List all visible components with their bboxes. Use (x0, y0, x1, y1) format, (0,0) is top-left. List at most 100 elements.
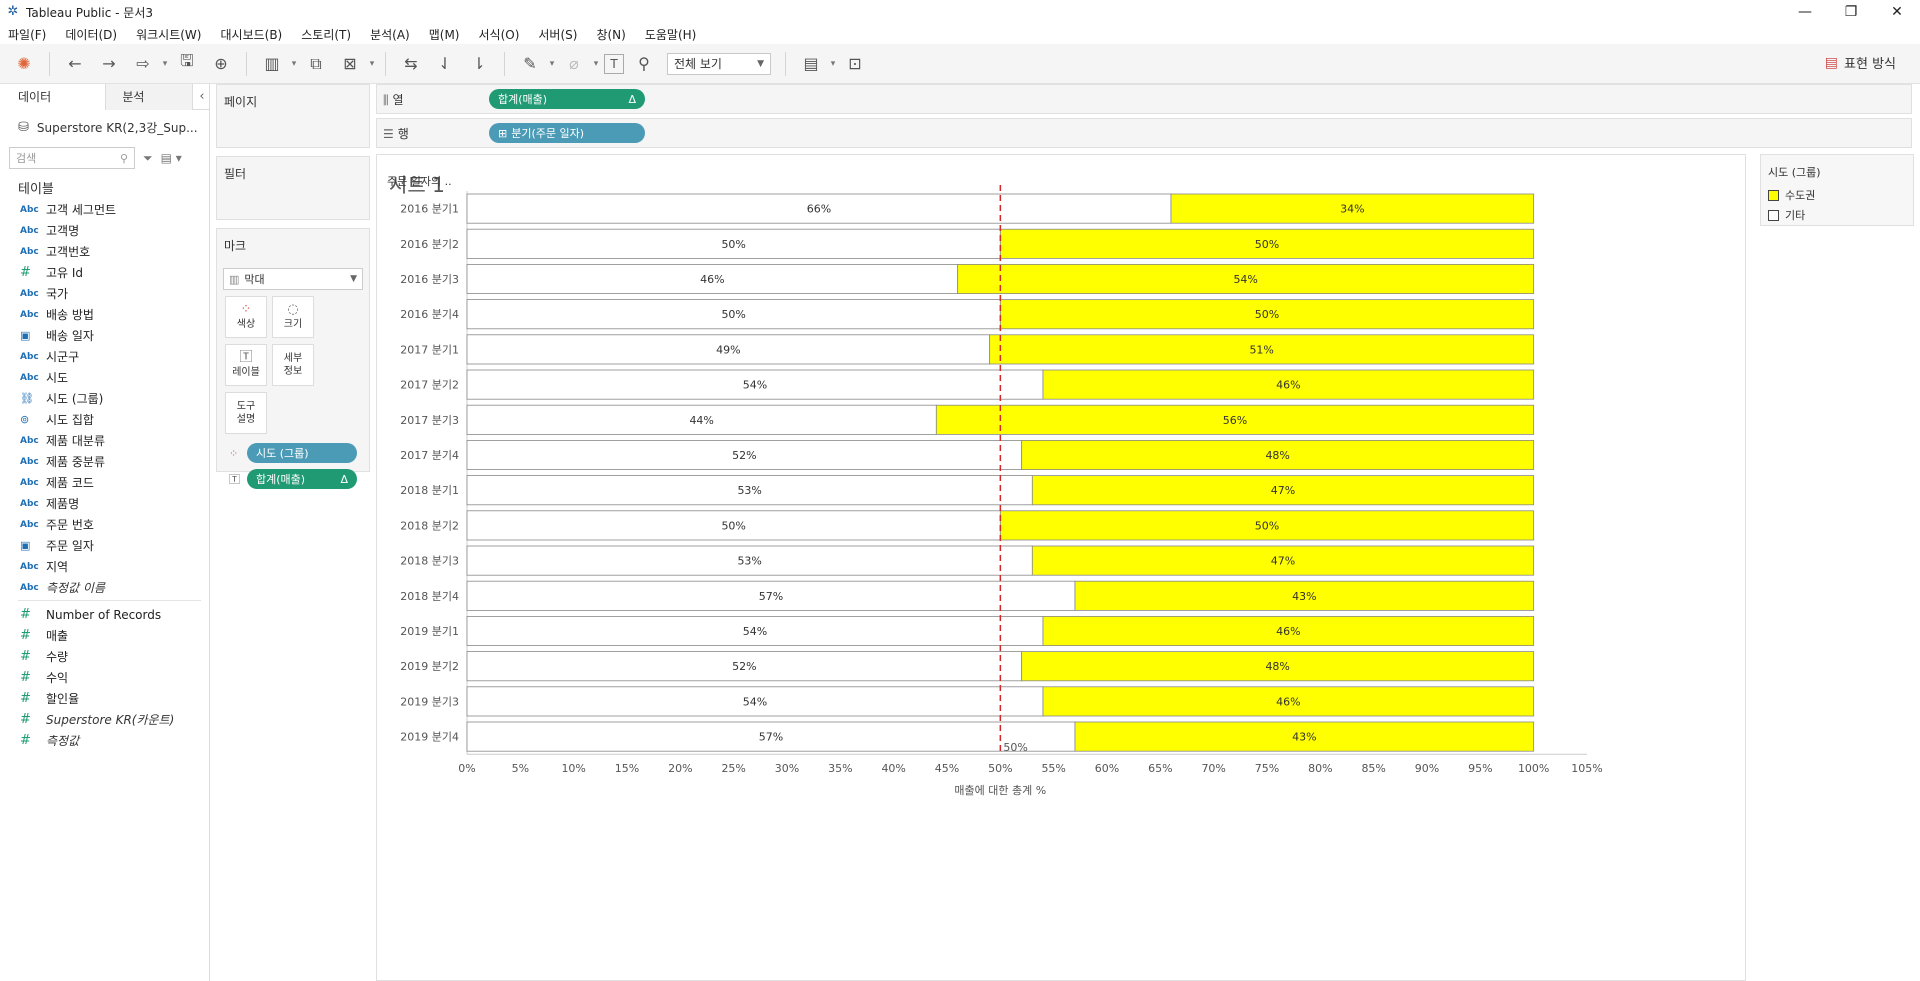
clear-sheet-icon[interactable]: ⊠ (336, 50, 364, 78)
dimension-field[interactable]: Abc 시군구 (0, 346, 209, 367)
show-me-button[interactable]: ▤ 표현 방식 (1825, 53, 1896, 73)
replay-icon[interactable]: ⇨ (129, 50, 157, 78)
show-cards-dropdown-icon[interactable]: ▾ (828, 50, 838, 78)
view-options-icon[interactable]: ▤ ▾ (161, 151, 182, 165)
dimension-field[interactable]: Abc 제품명 (0, 493, 209, 514)
color-pill[interactable]: 시도 (그룹) (247, 443, 357, 463)
dimension-field[interactable]: ⛓ 시도 (그룹) (0, 388, 209, 409)
measure-field[interactable]: # Number of Records (0, 604, 209, 625)
bar-value-label: 54% (743, 379, 767, 392)
rows-shelf[interactable]: ☰ 행 ⊞ 분기(주문 일자) (376, 118, 1912, 148)
color-button[interactable]: ⁘ 색상 (225, 296, 267, 338)
presentation-mode-icon[interactable]: ⊡ (841, 50, 869, 78)
dimension-field[interactable]: # 고유 Id (0, 262, 209, 283)
new-worksheet-dropdown-icon[interactable]: ▾ (289, 50, 299, 78)
sort-ascending-icon[interactable]: ⇃ (431, 50, 459, 78)
new-datasource-icon[interactable]: ⊕ (207, 50, 235, 78)
swap-rows-columns-icon[interactable]: ⇆ (397, 50, 425, 78)
size-button[interactable]: ◌ 크기 (272, 296, 314, 338)
group-members-icon[interactable]: ⌀ (560, 50, 588, 78)
dimension-field[interactable]: ▣ 배송 일자 (0, 325, 209, 346)
menu-data[interactable]: 데이터(D) (65, 26, 117, 43)
menu-server[interactable]: 서버(S) (538, 26, 577, 43)
highlight-dropdown-icon[interactable]: ▾ (547, 50, 557, 78)
dimension-field[interactable]: Abc 고객 세그먼트 (0, 199, 209, 220)
restore-button[interactable]: ❐ (1828, 0, 1874, 24)
x-tick-label: 45% (935, 762, 959, 775)
dimension-field[interactable]: Abc 제품 코드 (0, 472, 209, 493)
redo-icon[interactable]: → (95, 50, 123, 78)
dimension-field[interactable]: Abc 시도 (0, 367, 209, 388)
group-dropdown-icon[interactable]: ▾ (591, 50, 601, 78)
dimension-field[interactable]: Abc 주문 번호 (0, 514, 209, 535)
menu-story[interactable]: 스토리(T) (301, 26, 351, 43)
fix-axes-icon[interactable]: ⚲ (630, 50, 658, 78)
filters-card[interactable]: 필터 (216, 156, 370, 220)
number-type-icon: # (20, 670, 31, 685)
menu-worksheet[interactable]: 워크시트(W) (136, 26, 201, 43)
tooltip-button[interactable]: 도구 설명 (225, 392, 267, 434)
dimension-field[interactable]: Abc 고객명 (0, 220, 209, 241)
tab-data[interactable]: 데이터 (0, 84, 107, 110)
dimension-field[interactable]: Abc 국가 (0, 283, 209, 304)
category-label: 2017 분기4 (400, 449, 459, 462)
search-input[interactable]: 검색 ⚲ (9, 147, 135, 169)
menu-dashboard[interactable]: 대시보드(B) (220, 26, 282, 43)
collapse-pane-icon[interactable]: ‹ (199, 84, 209, 109)
pages-card[interactable]: 페이지 (216, 84, 370, 148)
measure-field[interactable]: # 할인율 (0, 688, 209, 709)
show-cards-icon[interactable]: ▤ (797, 50, 825, 78)
close-button[interactable]: ✕ (1874, 0, 1920, 24)
measure-field[interactable]: # 매출 (0, 625, 209, 646)
menu-analysis[interactable]: 분석(A) (370, 26, 410, 43)
dimension-field[interactable]: Abc 배송 방법 (0, 304, 209, 325)
show-mark-labels-icon[interactable]: T (604, 53, 624, 74)
expand-icon: ⊞ (498, 126, 508, 140)
highlight-icon[interactable]: ✎ (516, 50, 544, 78)
reference-line-label: 50% (1003, 741, 1027, 754)
columns-pill[interactable]: 합계(매출) Δ (489, 89, 645, 109)
undo-icon[interactable]: ← (61, 50, 89, 78)
dimension-field[interactable]: Abc 제품 중분류 (0, 451, 209, 472)
duplicate-sheet-icon[interactable]: ⧉ (302, 50, 330, 78)
tab-analysis[interactable]: 분석 (106, 84, 194, 110)
field-label: 고객번호 (46, 245, 91, 259)
menu-file[interactable]: 파일(F) (8, 26, 46, 43)
label-pill[interactable]: 합계(매출) Δ (247, 469, 357, 489)
dimension-field[interactable]: Abc 제품 대분류 (0, 430, 209, 451)
measure-field[interactable]: # 수량 (0, 646, 209, 667)
view-mode-select[interactable]: 전체 보기 ▼ (667, 52, 771, 75)
label-button[interactable]: 🅃 레이블 (225, 344, 267, 386)
clear-sheet-dropdown-icon[interactable]: ▾ (367, 50, 377, 78)
tableau-start-icon[interactable]: ✺ (10, 50, 38, 78)
menu-help[interactable]: 도움말(H) (645, 26, 697, 43)
filter-icon[interactable]: ⏷ (143, 151, 153, 166)
legend-item-other[interactable]: 기타 (1761, 205, 1913, 225)
measure-field[interactable]: # 측정값 (0, 730, 209, 751)
measure-field[interactable]: # Superstore KR(카운트) (0, 709, 209, 730)
dimension-field[interactable]: Abc 고객번호 (0, 241, 209, 262)
minimize-button[interactable]: — (1782, 0, 1828, 24)
replay-dropdown-icon[interactable]: ▾ (160, 50, 170, 78)
measure-field[interactable]: # 수익 (0, 667, 209, 688)
dimension-field[interactable]: Abc 측정값 이름 (0, 577, 209, 598)
dimension-field[interactable]: ⊚ 시도 집합 (0, 409, 209, 430)
menu-format[interactable]: 서식(O) (479, 26, 520, 43)
string-type-icon: Abc (20, 582, 39, 593)
columns-shelf[interactable]: ⫼ 열 합계(매출) Δ (376, 84, 1912, 114)
menu-map[interactable]: 맵(M) (429, 26, 460, 43)
save-icon[interactable]: 🖫 (173, 50, 201, 78)
new-worksheet-icon[interactable]: ▥ (258, 50, 286, 78)
rows-shelf-label: 행 (397, 126, 409, 141)
legend-item-capital[interactable]: 수도권 (1761, 185, 1913, 205)
menu-window[interactable]: 창(N) (596, 26, 625, 43)
mark-type-select[interactable]: ▥ 막대 ▼ (223, 268, 363, 290)
rows-pill[interactable]: ⊞ 분기(주문 일자) (489, 123, 645, 143)
dimension-field[interactable]: ▣ 주문 일자 (0, 535, 209, 556)
detail-button[interactable]: 세부 정보 (272, 344, 314, 386)
datasource-item[interactable]: ⛁ Superstore KR(2,3강_Sup... (0, 114, 209, 140)
dimension-field[interactable]: Abc 지역 (0, 556, 209, 577)
x-tick-label: 70% (1201, 762, 1225, 775)
bar-value-label: 50% (1255, 238, 1279, 251)
sort-descending-icon[interactable]: ⇂ (465, 50, 493, 78)
